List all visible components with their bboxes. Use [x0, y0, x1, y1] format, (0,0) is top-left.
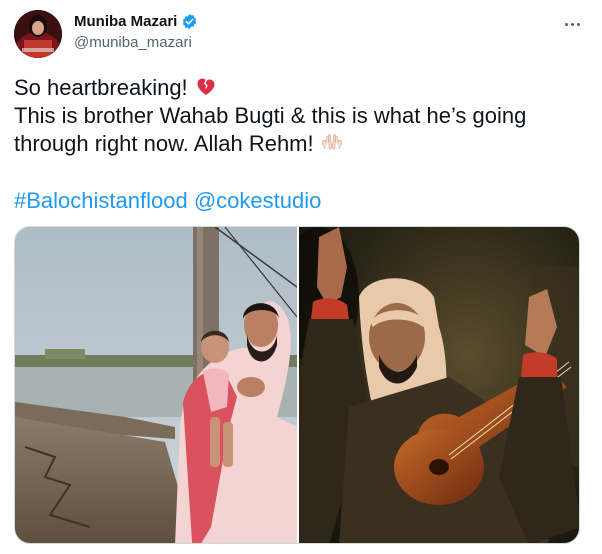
tweet-media: [14, 226, 580, 544]
man-holding-child-photo[interactable]: [15, 227, 297, 543]
tweet-line-1-text: So heartbreaking!: [14, 75, 188, 100]
author-handle[interactable]: @muniba_mazari: [74, 34, 192, 51]
verified-badge-icon: [181, 13, 198, 30]
tweet-line-2: This is brother Wahab Bugti & this is wh…: [14, 103, 527, 128]
mention-link[interactable]: @cokestudio: [194, 188, 322, 213]
hashtag-link[interactable]: #Balochistanflood: [14, 188, 188, 213]
praying-hands-icon: [320, 130, 344, 154]
tweet-line-3: through right now. Allah Rehm!: [14, 130, 584, 158]
musician-playing-instrument-photo[interactable]: [299, 227, 579, 543]
broken-heart-icon: [194, 74, 218, 98]
author-display-name[interactable]: Muniba Mazari: [74, 13, 177, 30]
tweet-tags: #Balochistanflood @cokestudio: [14, 187, 321, 215]
tweet-text: So heartbreaking! This is brother Wahab …: [14, 74, 584, 158]
tweet-card[interactable]: Muniba Mazari @muniba_mazari So heartbre…: [0, 0, 602, 554]
tweet-line-1: So heartbreaking!: [14, 74, 584, 102]
avatar[interactable]: [14, 10, 62, 58]
tweet-line-3-text: through right now. Allah Rehm!: [14, 131, 314, 156]
more-options-icon[interactable]: [558, 14, 586, 34]
